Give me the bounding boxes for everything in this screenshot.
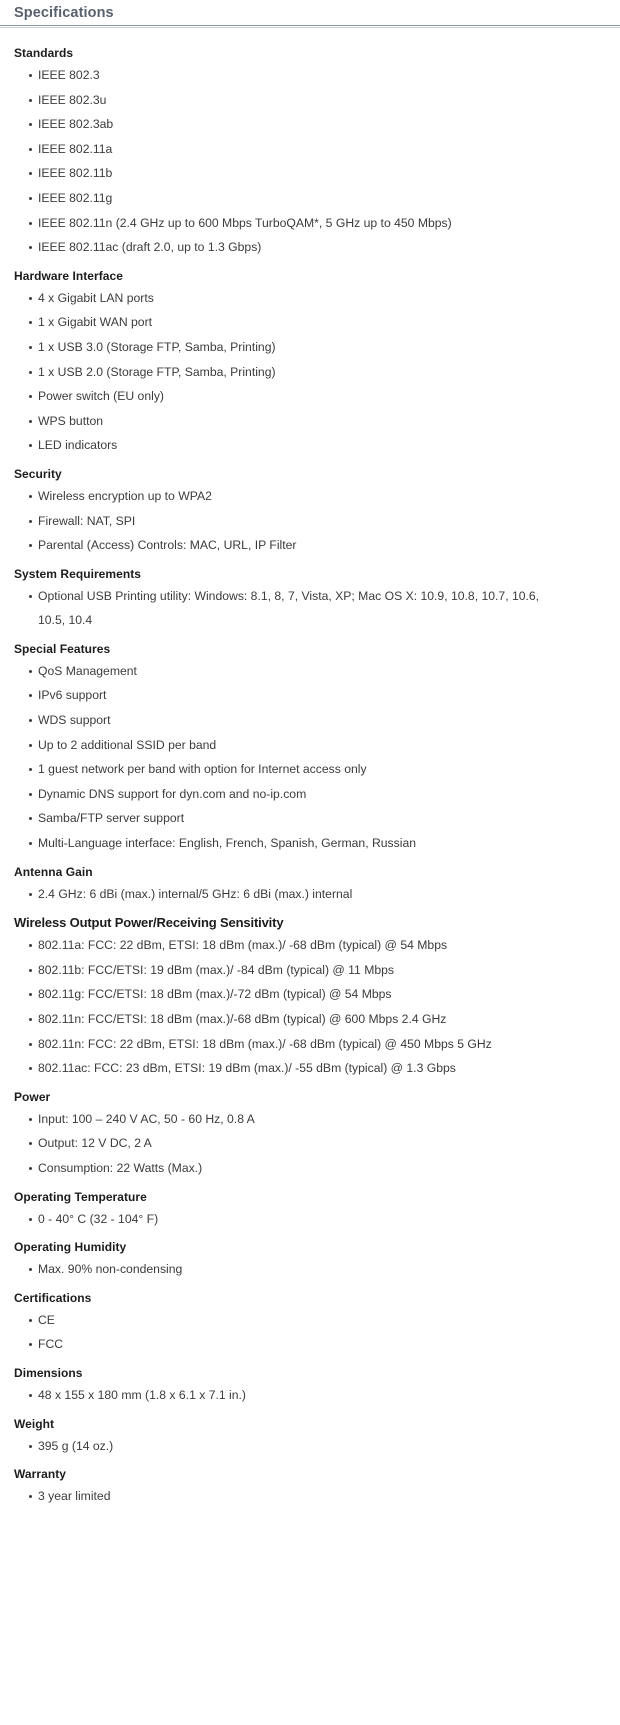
spec-group-heading: Security: [14, 466, 62, 481]
spec-list: 0 - 40° C (32 - 104° F): [0, 1207, 620, 1232]
spec-group-heading: Dimensions: [14, 1365, 83, 1380]
spec-list-item: 1 guest network per band with option for…: [0, 757, 568, 782]
spec-list-item: IEEE 802.3ab: [0, 112, 568, 137]
spec-group: Dimensions 48 x 155 x 180 mm (1.8 x 6.1 x…: [0, 1365, 620, 1408]
spec-list-item: QoS Management: [0, 659, 568, 684]
spec-list: Max. 90% non-condensing: [0, 1257, 620, 1282]
spec-group-heading: Wireless Output Power/Receiving Sensitiv…: [14, 915, 284, 931]
spec-list: QoS Management IPv6 support WDS support Up …: [0, 659, 620, 856]
spec-group-heading: Certifications: [14, 1290, 92, 1305]
spec-list-item: Samba/FTP server support: [0, 806, 568, 831]
spec-list-item: Wireless encryption up to WPA2: [0, 484, 568, 509]
spec-list-item: 395 g (14 oz.): [0, 1434, 568, 1459]
spec-list-item: 48 x 155 x 180 mm (1.8 x 6.1 x 7.1 in.): [0, 1383, 568, 1408]
spec-list-item: Power switch (EU only): [0, 384, 568, 409]
spec-list: 48 x 155 x 180 mm (1.8 x 6.1 x 7.1 in.): [0, 1383, 620, 1408]
spec-list: 802.11a: FCC: 22 dBm, ETSI: 18 dBm (max.…: [0, 933, 620, 1081]
spec-list: Wireless encryption up to WPA2 Firewall: …: [0, 484, 620, 558]
spec-list-item: IEEE 802.11b: [0, 161, 568, 186]
spec-list-item: IEEE 802.11a: [0, 137, 568, 162]
spec-group: Operating Temperature 0 - 40° C (32 - 104…: [0, 1189, 620, 1232]
spec-list-item: IEEE 802.11g: [0, 186, 568, 211]
spec-group: Standards IEEE 802.3 IEEE 802.3u IEEE 802.3…: [0, 45, 620, 260]
spec-list: 395 g (14 oz.): [0, 1434, 620, 1459]
spec-group-heading: Special Features: [14, 641, 111, 656]
spec-group-heading: Power: [14, 1089, 51, 1104]
spec-group-heading: Antenna Gain: [14, 864, 93, 879]
spec-list-item: 1 x USB 3.0 (Storage FTP, Samba, Printin…: [0, 335, 568, 360]
spec-list-item: Dynamic DNS support for dyn.com and no-i…: [0, 782, 568, 807]
spec-list-item: Optional USB Printing utility: Windows: …: [0, 584, 568, 633]
spec-group: System Requirements Optional USB Printing…: [0, 566, 620, 633]
spec-list-item: Max. 90% non-condensing: [0, 1257, 568, 1282]
spec-group: Hardware Interface 4 x Gigabit LAN ports 1…: [0, 268, 620, 458]
specifications-content: Standards IEEE 802.3 IEEE 802.3u IEEE 802.3…: [0, 28, 620, 1509]
spec-list-item: Firewall: NAT, SPI: [0, 509, 568, 534]
spec-list-item: Up to 2 additional SSID per band: [0, 733, 568, 758]
spec-group-heading: Operating Temperature: [14, 1189, 147, 1204]
spec-list-item: IEEE 802.3: [0, 63, 568, 88]
spec-group: Wireless Output Power/Receiving Sensitiv…: [0, 914, 620, 1081]
spec-group-heading: Hardware Interface: [14, 268, 123, 283]
spec-list: Input: 100 – 240 V AC, 50 - 60 Hz, 0.8 A…: [0, 1107, 620, 1181]
spec-list-item: 802.11b: FCC/ETSI: 19 dBm (max.)/ -84 dB…: [0, 958, 568, 983]
spec-group: Certifications CE FCC: [0, 1290, 620, 1357]
spec-list-item: 802.11n: FCC: 22 dBm, ETSI: 18 dBm (max.…: [0, 1032, 568, 1057]
spec-list-item: CE: [0, 1308, 568, 1333]
spec-group: Warranty 3 year limited: [0, 1466, 620, 1509]
spec-list-item: WDS support: [0, 708, 568, 733]
spec-list-item: 802.11g: FCC/ETSI: 18 dBm (max.)/-72 dBm…: [0, 982, 568, 1007]
spec-list: CE FCC: [0, 1308, 620, 1357]
page-title: Specifications: [14, 5, 114, 21]
spec-group: Operating Humidity Max. 90% non-condensin…: [0, 1239, 620, 1282]
spec-list-item: FCC: [0, 1332, 568, 1357]
spec-group: Security Wireless encryption up to WPA2 Fi…: [0, 466, 620, 558]
spec-group: Power Input: 100 – 240 V AC, 50 - 60 Hz, …: [0, 1089, 620, 1181]
spec-list-item: 1 x USB 2.0 (Storage FTP, Samba, Printin…: [0, 360, 568, 385]
spec-list-item: Consumption: 22 Watts (Max.): [0, 1156, 568, 1181]
spec-list-item: Output: 12 V DC, 2 A: [0, 1131, 568, 1156]
spec-list-item: 3 year limited: [0, 1484, 568, 1509]
spec-list-item: WPS button: [0, 409, 568, 434]
spec-list-item: 802.11ac: FCC: 23 dBm, ETSI: 19 dBm (max…: [0, 1056, 568, 1081]
spec-group-heading: Operating Humidity: [14, 1240, 127, 1255]
specifications-page: Specifications Standards IEEE 802.3 IEEE 8…: [0, 0, 620, 1509]
spec-list-item: Parental (Access) Controls: MAC, URL, IP…: [0, 533, 568, 558]
spec-list: 2.4 GHz: 6 dBi (max.) internal/5 GHz: 6 …: [0, 882, 620, 907]
spec-list-item: IEEE 802.3u: [0, 88, 568, 113]
spec-group: Antenna Gain 2.4 GHz: 6 dBi (max.) intern…: [0, 864, 620, 907]
spec-group: Special Features QoS Management IPv6 suppo…: [0, 641, 620, 856]
spec-list-item: 2.4 GHz: 6 dBi (max.) internal/5 GHz: 6 …: [0, 882, 568, 907]
spec-list: 4 x Gigabit LAN ports 1 x Gigabit WAN por…: [0, 286, 620, 458]
spec-group-heading: Warranty: [14, 1467, 66, 1482]
spec-group: Weight 395 g (14 oz.): [0, 1416, 620, 1459]
spec-list-item: Multi-Language interface: English, Frenc…: [0, 831, 568, 856]
spec-list-item: IEEE 802.11ac (draft 2.0, up to 1.3 Gbps…: [0, 235, 568, 260]
spec-list-item: LED indicators: [0, 433, 568, 458]
spec-group-heading: System Requirements: [14, 566, 141, 581]
spec-list-item: 0 - 40° C (32 - 104° F): [0, 1207, 568, 1232]
page-header: Specifications: [0, 0, 620, 28]
spec-list-item: 4 x Gigabit LAN ports: [0, 286, 568, 311]
spec-list-item: IPv6 support: [0, 683, 568, 708]
spec-list-item: 1 x Gigabit WAN port: [0, 310, 568, 335]
spec-list: IEEE 802.3 IEEE 802.3u IEEE 802.3ab IEEE 80…: [0, 63, 620, 260]
spec-list-item: IEEE 802.11n (2.4 GHz up to 600 Mbps Tur…: [0, 211, 568, 236]
spec-list: 3 year limited: [0, 1484, 620, 1509]
spec-list-item: 802.11a: FCC: 22 dBm, ETSI: 18 dBm (max.…: [0, 933, 568, 958]
spec-group-heading: Weight: [14, 1416, 55, 1431]
spec-list-item: Input: 100 – 240 V AC, 50 - 60 Hz, 0.8 A: [0, 1107, 568, 1132]
spec-list: Optional USB Printing utility: Windows: …: [0, 584, 620, 633]
spec-group-heading: Standards: [14, 46, 74, 60]
spec-list-item: 802.11n: FCC/ETSI: 18 dBm (max.)/-68 dBm…: [0, 1007, 568, 1032]
